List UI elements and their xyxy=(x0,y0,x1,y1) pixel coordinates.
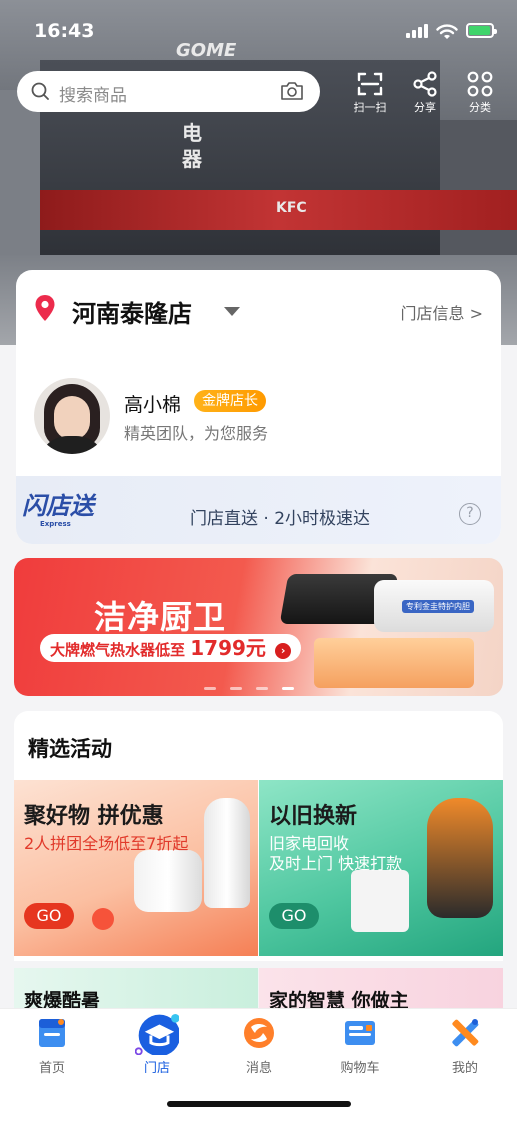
tab-label: 我的 xyxy=(451,1061,478,1076)
store-card: 河南泰隆店 门店信息 > 高小棉 金牌店长 精英团队，为您服务 闪店送 Expr… xyxy=(16,270,501,544)
scan-button[interactable]: 扫一扫 xyxy=(347,71,393,117)
water-heater-image: 专利金圭特护内胆 xyxy=(374,580,494,632)
dianqi-sign: 电器 xyxy=(182,121,202,171)
tile-subtitle: 2人拼团全场低至7折起 xyxy=(24,834,189,853)
flash-delivery-logo: 闪店送 Express xyxy=(22,486,134,536)
kettle-image xyxy=(204,798,250,908)
promo-price: 1799元 xyxy=(190,636,266,660)
search-icon xyxy=(31,82,49,100)
next-activities-row: 爽爆酷暑 家的智慧 你做主 xyxy=(14,968,503,1013)
tab-label: 消息 xyxy=(245,1061,272,1076)
tab-cart[interactable]: 购物车 xyxy=(320,1015,400,1077)
go-button[interactable]: GO xyxy=(24,903,74,929)
message-icon xyxy=(244,1018,274,1048)
store-info-link[interactable]: 门店信息 > xyxy=(401,300,484,324)
tile-title: 聚好物 拼优惠 xyxy=(24,804,164,829)
go-button[interactable]: GO xyxy=(269,903,319,929)
group-buy-tile[interactable]: 聚好物 拼优惠 2人拼团全场低至7折起 GO xyxy=(14,780,258,956)
status-bar: 16:43 xyxy=(0,0,517,60)
flash-logo-sub: Express xyxy=(40,520,71,528)
avatar[interactable] xyxy=(34,378,110,454)
decor-ball xyxy=(92,908,114,930)
kfc-sign: KFC xyxy=(276,200,307,216)
location-pin-icon xyxy=(35,295,55,321)
manager-tagline: 精英团队，为您服务 xyxy=(124,424,269,443)
washer-image xyxy=(351,870,409,932)
category-button[interactable]: 分类 xyxy=(457,71,503,117)
banner-title: 洁净厨卫 xyxy=(94,598,227,636)
section-heading: 精选活动 xyxy=(28,737,112,761)
chevron-right-icon: › xyxy=(275,642,292,659)
profile-icon xyxy=(452,1019,479,1047)
heater-label: 专利金圭特护内胆 xyxy=(402,600,474,613)
scan-label: 扫一扫 xyxy=(353,101,387,114)
smart-home-tile[interactable]: 家的智慧 你做主 xyxy=(259,968,503,1013)
tab-store[interactable]: 门店 xyxy=(117,1014,197,1077)
flash-logo-text: 闪店送 xyxy=(22,492,94,520)
tile-subtitle-line: 及时上门 快速打款 xyxy=(269,854,403,873)
tile-subtitle-line: 旧家电回收 xyxy=(269,834,350,853)
tab-label: 购物车 xyxy=(340,1061,380,1076)
tile-subtitle: 旧家电回收 及时上门 快速打款 xyxy=(269,834,402,874)
cart-icon xyxy=(345,1021,375,1045)
battery-icon xyxy=(466,23,497,38)
category-icon xyxy=(467,71,493,97)
tab-label: 首页 xyxy=(38,1061,65,1076)
store-name[interactable]: 河南泰隆店 xyxy=(72,294,192,329)
camera-icon[interactable] xyxy=(280,81,304,101)
appliance-image xyxy=(134,850,202,912)
tab-profile[interactable]: 我的 xyxy=(425,1015,505,1077)
featured-activities-section: 精选活动 聚好物 拼优惠 2人拼团全场低至7折起 GO 以旧换新 旧家电回收 及… xyxy=(14,711,503,961)
tile-title: 以旧换新 xyxy=(269,804,358,829)
flash-delivery-bar[interactable]: 闪店送 Express 门店直送 · 2小时极速达 ? xyxy=(16,476,501,544)
share-label: 分享 xyxy=(414,101,436,114)
promo-banner[interactable]: 专利金圭特护内胆 洁净厨卫 大牌燃气热水器低至 1799元 › xyxy=(14,558,503,696)
home-indicator[interactable] xyxy=(167,1101,351,1107)
wifi-icon xyxy=(436,24,458,39)
category-label: 分类 xyxy=(469,101,491,114)
cellular-signal-icon xyxy=(406,24,428,38)
tab-label: 门店 xyxy=(143,1061,170,1076)
product-display-image xyxy=(314,638,474,688)
flash-delivery-text: 门店直送 · 2小时极速达 xyxy=(190,509,371,529)
manager-badge: 金牌店长 xyxy=(194,390,266,412)
banner-promo-pill: 大牌燃气热水器低至 1799元 › xyxy=(40,634,302,662)
trade-in-tile[interactable]: 以旧换新 旧家电回收 及时上门 快速打款 GO xyxy=(259,780,503,956)
mascot-image xyxy=(427,798,493,918)
summer-tile[interactable]: 爽爆酷暑 xyxy=(14,968,258,1013)
scan-icon xyxy=(357,72,383,96)
home-icon xyxy=(39,1019,65,1047)
store-switch-caret-icon[interactable] xyxy=(224,307,240,316)
carousel-dots xyxy=(204,675,308,694)
status-time: 16:43 xyxy=(34,20,95,42)
tab-home[interactable]: 首页 xyxy=(12,1015,92,1077)
store-icon xyxy=(135,1014,179,1055)
search-placeholder: 搜索商品 xyxy=(59,86,127,106)
help-icon[interactable]: ? xyxy=(459,503,481,525)
share-button[interactable]: 分享 xyxy=(402,71,448,117)
share-icon xyxy=(413,71,437,97)
tab-messages[interactable]: 消息 xyxy=(219,1015,299,1077)
manager-name: 高小棉 xyxy=(124,394,182,416)
promo-text: 大牌燃气热水器低至 xyxy=(50,641,186,659)
search-input[interactable]: 搜索商品 xyxy=(17,71,320,112)
